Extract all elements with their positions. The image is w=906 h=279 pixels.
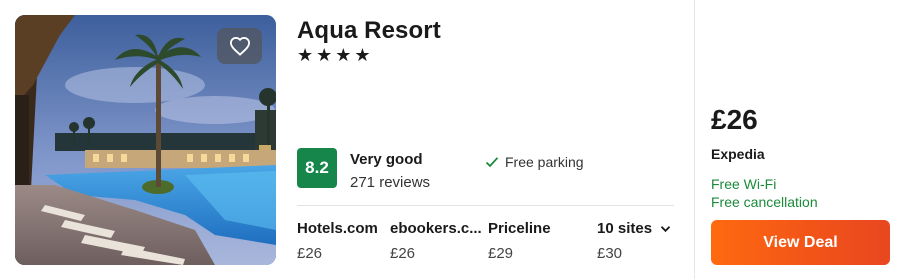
hotel-photo[interactable] — [15, 15, 276, 265]
deal-site: Expedia — [711, 146, 765, 162]
hotel-name[interactable]: Aqua Resort — [297, 17, 441, 45]
site-name: ebookers.c... — [390, 220, 482, 237]
heart-icon — [229, 36, 250, 56]
deal-price: £26 — [711, 104, 758, 135]
star-rating: ★ ★ ★ ★ — [297, 45, 371, 65]
star-icon: ★ — [316, 45, 333, 65]
more-sites-price: £30 — [597, 245, 623, 262]
perk-free-cancellation: Free cancellation — [711, 194, 818, 210]
site-offer-priceline[interactable]: Priceline £29 — [488, 220, 551, 262]
score-badge: 8.2 — [297, 148, 337, 188]
panel-divider — [694, 0, 695, 279]
more-sites-label: 10 sites — [597, 220, 653, 237]
site-price: £26 — [297, 245, 323, 262]
site-name: Hotels.com — [297, 220, 378, 237]
favorite-button[interactable] — [217, 28, 262, 64]
amenity-free-parking: Free parking — [485, 154, 584, 170]
chevron-down-icon — [660, 225, 671, 232]
site-offer-hotels-com[interactable]: Hotels.com £26 — [297, 220, 378, 262]
divider — [297, 205, 674, 206]
site-price: £26 — [390, 245, 416, 262]
check-icon — [485, 157, 499, 168]
perk-free-wifi: Free Wi-Fi — [711, 176, 777, 192]
site-offer-ebookers[interactable]: ebookers.c... £26 — [390, 220, 482, 262]
view-deal-button[interactable]: View Deal — [711, 220, 890, 265]
review-count[interactable]: 271 reviews — [350, 174, 430, 191]
hotel-result-card: Aqua Resort ★ ★ ★ ★ 8.2 Very good 271 revie… — [0, 0, 906, 279]
star-icon: ★ — [297, 45, 314, 65]
site-price: £29 — [488, 245, 514, 262]
amenity-label: Free parking — [505, 154, 584, 170]
star-icon: ★ — [354, 45, 371, 65]
site-name: Priceline — [488, 220, 551, 237]
more-sites-button[interactable]: 10 sites — [597, 220, 671, 237]
more-sites-dropdown[interactable]: 10 sites £30 — [597, 220, 671, 262]
score-label: Very good — [350, 151, 423, 168]
star-icon: ★ — [335, 45, 352, 65]
